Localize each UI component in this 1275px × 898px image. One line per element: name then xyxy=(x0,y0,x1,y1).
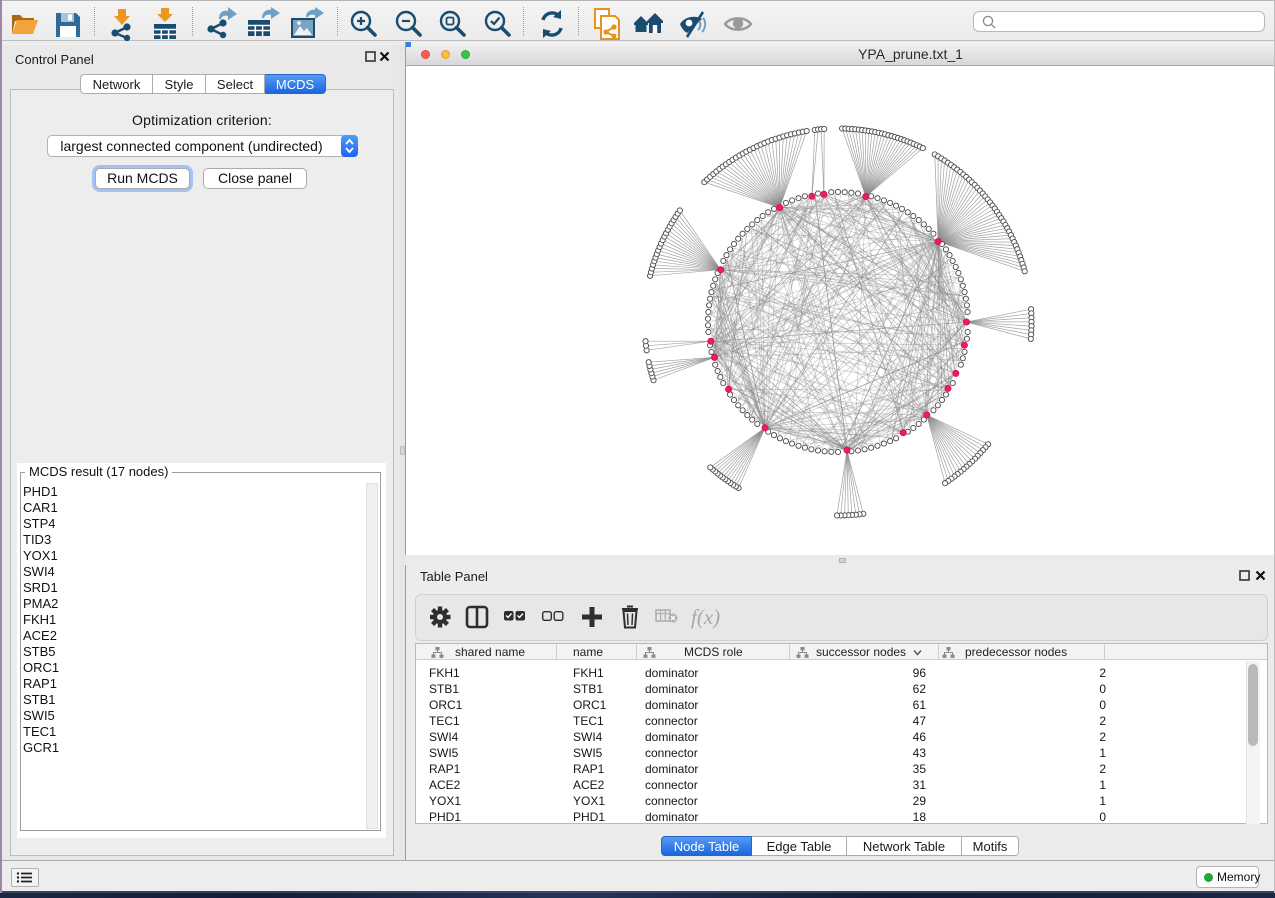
svg-text:f(x): f(x) xyxy=(691,605,720,629)
